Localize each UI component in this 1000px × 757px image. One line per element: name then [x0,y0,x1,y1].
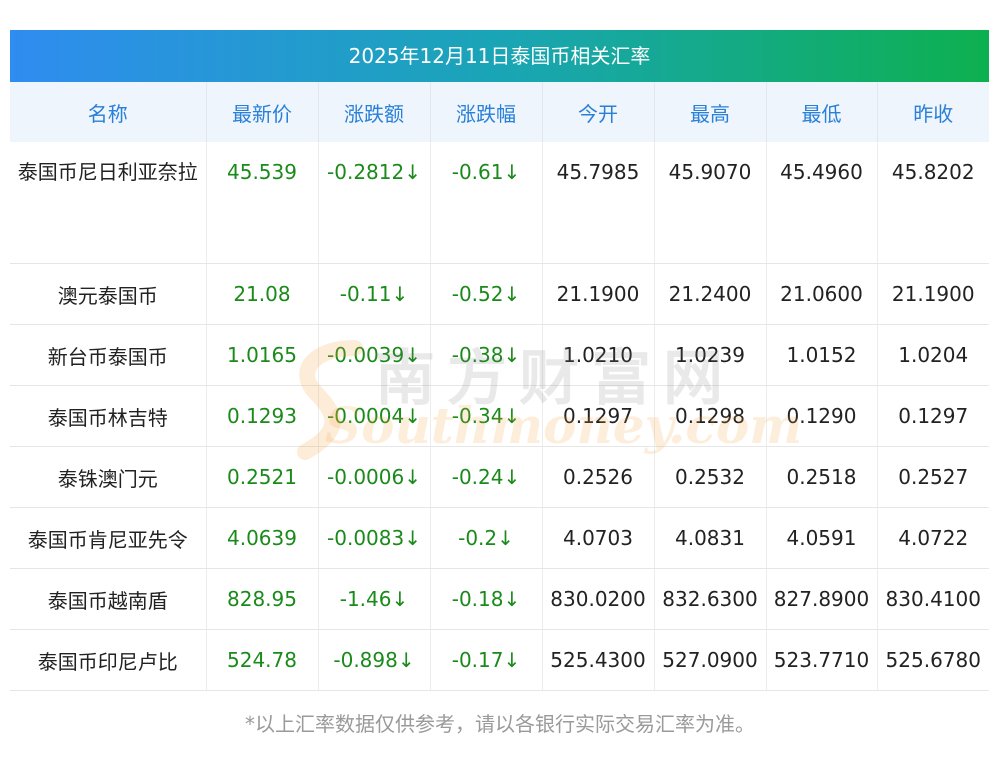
row-latest: 45.539 [206,142,319,264]
row-open: 45.7985 [542,142,655,264]
row-low: 1.0152 [766,324,878,386]
row-change-pct: -0.18↓ [430,568,543,630]
row-high: 0.1298 [654,385,767,447]
row-high: 0.2532 [654,446,767,508]
row-open: 0.1297 [542,385,655,447]
table-row: 澳元泰国币 21.08 -0.11↓ -0.52↓ 21.1900 21.240… [10,263,989,325]
table-row: 泰国币越南盾 828.95 -1.46↓ -0.18↓ 830.0200 832… [10,568,989,630]
table-row: 泰国币印尼卢比 524.78 -0.898↓ -0.17↓ 525.4300 5… [10,629,989,691]
row-open: 525.4300 [542,629,655,691]
row-prev-close: 525.6780 [877,629,989,691]
row-latest: 1.0165 [206,324,319,386]
header-name: 名称 [10,82,207,142]
row-change: -0.0039↓ [318,324,431,386]
row-change: -0.0083↓ [318,507,431,569]
row-open: 21.1900 [542,263,655,325]
row-low: 523.7710 [766,629,878,691]
table-row: 泰国币尼日利亚奈拉 45.539 -0.2812↓ -0.61↓ 45.7985… [10,142,989,264]
row-low: 827.8900 [766,568,878,630]
header-change: 涨跌额 [318,82,431,142]
row-prev-close: 830.4100 [877,568,989,630]
row-change: -0.898↓ [318,629,431,691]
table-title: 2025年12月11日泰国币相关汇率 [10,30,989,82]
header-high: 最高 [654,82,767,142]
header-latest: 最新价 [206,82,319,142]
row-open: 0.2526 [542,446,655,508]
row-name: 泰国币越南盾 [10,568,207,630]
row-name: 泰国币尼日利亚奈拉 [10,142,207,264]
row-latest: 0.1293 [206,385,319,447]
row-open: 830.0200 [542,568,655,630]
row-change: -0.11↓ [318,263,431,325]
row-high: 45.9070 [654,142,767,264]
row-latest: 524.78 [206,629,319,691]
row-name: 澳元泰国币 [10,263,207,325]
row-prev-close: 0.1297 [877,385,989,447]
row-low: 0.1290 [766,385,878,447]
row-name: 泰国币林吉特 [10,385,207,447]
row-change-pct: -0.52↓ [430,263,543,325]
row-change-pct: -0.17↓ [430,629,543,691]
row-high: 1.0239 [654,324,767,386]
row-change: -0.2812↓ [318,142,431,264]
row-high: 4.0831 [654,507,767,569]
table-row: 泰铢澳门元 0.2521 -0.0006↓ -0.24↓ 0.2526 0.25… [10,446,989,508]
row-change: -0.0006↓ [318,446,431,508]
disclaimer-footnote: *以上汇率数据仅供参考，请以各银行实际交易汇率为准。 [245,712,755,736]
row-latest: 828.95 [206,568,319,630]
row-prev-close: 21.1900 [877,263,989,325]
table-row: 泰国币林吉特 0.1293 -0.0004↓ -0.34↓ 0.1297 0.1… [10,385,989,447]
row-prev-close: 4.0722 [877,507,989,569]
row-low: 21.0600 [766,263,878,325]
row-latest: 0.2521 [206,446,319,508]
row-low: 4.0591 [766,507,878,569]
row-change-pct: -0.24↓ [430,446,543,508]
row-latest: 4.0639 [206,507,319,569]
row-name: 泰国币肯尼亚先令 [10,507,207,569]
row-name: 泰铢澳门元 [10,446,207,508]
row-change-pct: -0.38↓ [430,324,543,386]
row-high: 21.2400 [654,263,767,325]
header-row: 名称 最新价 涨跌额 涨跌幅 今开 最高 最低 昨收 [10,82,989,142]
row-change-pct: -0.2↓ [430,507,543,569]
rates-panel: 2025年12月11日泰国币相关汇率 名称 最新价 涨跌额 涨跌幅 今开 最高 … [10,30,989,691]
row-open: 4.0703 [542,507,655,569]
row-prev-close: 0.2527 [877,446,989,508]
row-low: 0.2518 [766,446,878,508]
row-high: 527.0900 [654,629,767,691]
header-open: 今开 [542,82,655,142]
table-row: 新台币泰国币 1.0165 -0.0039↓ -0.38↓ 1.0210 1.0… [10,324,989,386]
row-name: 泰国币印尼卢比 [10,629,207,691]
header-low: 最低 [766,82,878,142]
header-prev-close: 昨收 [877,82,989,142]
row-change: -0.0004↓ [318,385,431,447]
row-high: 832.6300 [654,568,767,630]
row-latest: 21.08 [206,263,319,325]
row-prev-close: 1.0204 [877,324,989,386]
row-open: 1.0210 [542,324,655,386]
rates-table: 名称 最新价 涨跌额 涨跌幅 今开 最高 最低 昨收 泰国币尼日利亚奈拉 45.… [10,82,989,691]
header-change-pct: 涨跌幅 [430,82,543,142]
row-change: -1.46↓ [318,568,431,630]
row-change-pct: -0.61↓ [430,142,543,264]
row-change-pct: -0.34↓ [430,385,543,447]
table-row: 泰国币肯尼亚先令 4.0639 -0.0083↓ -0.2↓ 4.0703 4.… [10,507,989,569]
row-low: 45.4960 [766,142,878,264]
row-prev-close: 45.8202 [877,142,989,264]
row-name: 新台币泰国币 [10,324,207,386]
